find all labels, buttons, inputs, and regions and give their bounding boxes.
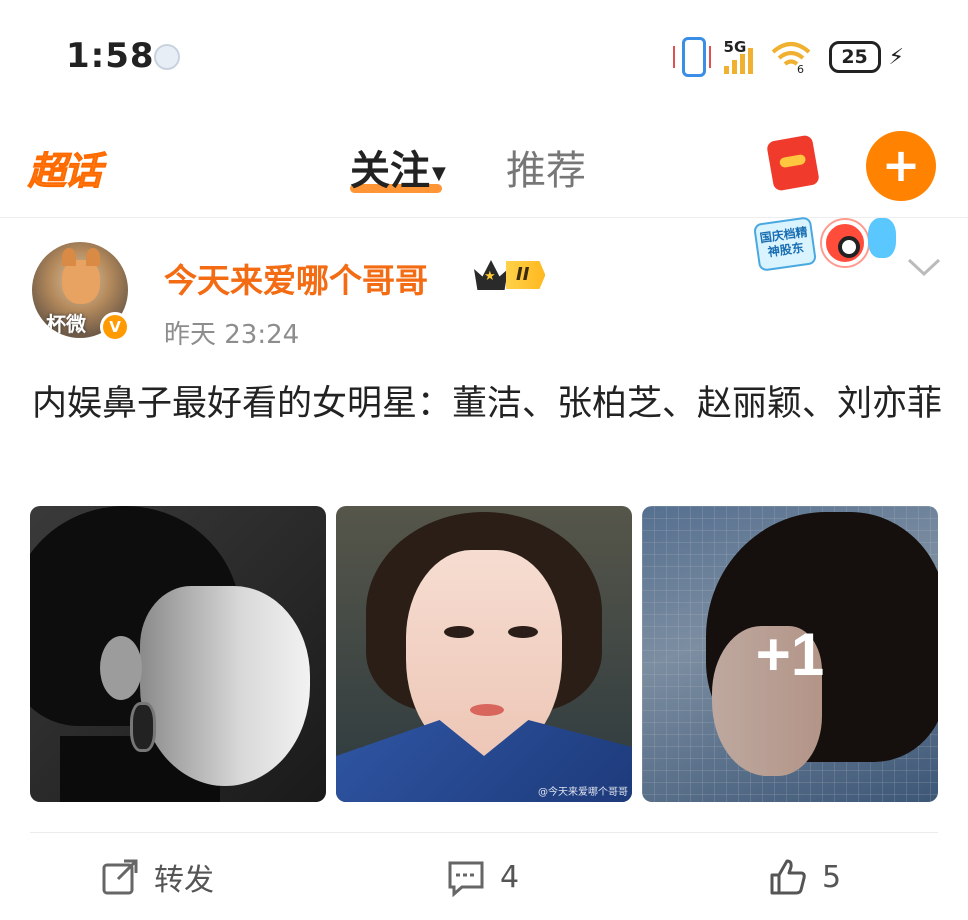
- avatar-caption: 杯微: [46, 312, 86, 336]
- post-text: 内娱鼻子最好看的女明星：董洁、张柏芝、赵丽颖、刘亦菲: [32, 384, 943, 424]
- tab-follow[interactable]: 关注 ▼: [350, 138, 446, 196]
- more-images-count: +1: [755, 620, 825, 688]
- add-button[interactable]: +: [866, 131, 936, 201]
- chevron-down-icon: ▼: [432, 162, 446, 184]
- network-type: 5G: [723, 38, 747, 56]
- battery-icon: 25: [828, 41, 881, 73]
- post-timestamp: 昨天 23:24: [164, 320, 300, 350]
- status-icons: 5G 6 25 ⚡: [672, 32, 904, 82]
- festival-badge[interactable]: 国庆档精神股东: [752, 214, 900, 280]
- username[interactable]: 今天来爱哪个哥哥: [164, 254, 428, 302]
- thumbs-up-icon: [770, 859, 806, 895]
- festival-badge-label: 国庆档精神股东: [752, 216, 818, 272]
- image-grid: @今天来爱哪个哥哥 +1: [30, 506, 938, 802]
- tab-recommend[interactable]: 推荐: [506, 138, 586, 196]
- wifi-label: 6: [797, 63, 804, 74]
- image-watermark: @今天来爱哪个哥哥: [538, 787, 628, 798]
- divider: [30, 832, 938, 833]
- mascot-decoration-icon: [868, 218, 896, 258]
- notification-icon: [154, 44, 180, 70]
- mascot-icon: [822, 220, 868, 266]
- verified-badge-icon: V: [100, 312, 130, 342]
- post-image-1[interactable]: [30, 506, 326, 802]
- red-packet-icon[interactable]: [764, 134, 822, 194]
- vip-level: II: [506, 261, 546, 289]
- avatar-dog-image: [62, 248, 100, 304]
- status-bar: 1:58 5G 6 25 ⚡: [0, 0, 968, 110]
- post-image-3[interactable]: +1: [642, 506, 938, 802]
- cellular-signal-icon: 5G: [723, 38, 753, 74]
- post-image-2[interactable]: @今天来爱哪个哥哥: [336, 506, 632, 802]
- vip-badge[interactable]: II: [474, 258, 546, 292]
- supertopic-button[interactable]: 超话: [27, 140, 102, 195]
- like-count: 5: [822, 859, 842, 895]
- charging-icon: ⚡: [888, 44, 904, 70]
- top-nav: 超话 关注 ▼ 推荐 +: [0, 118, 968, 218]
- like-button[interactable]: 5: [768, 852, 841, 902]
- repost-button[interactable]: 转发: [100, 852, 214, 902]
- chevron-down-icon[interactable]: [906, 256, 942, 278]
- vibrate-icon: [672, 37, 711, 77]
- comment-count: 4: [500, 859, 520, 895]
- repost-label: 转发: [154, 863, 214, 898]
- comment-button[interactable]: 4: [446, 852, 519, 902]
- comment-icon: [448, 861, 484, 897]
- wifi-icon: 6: [771, 40, 811, 76]
- crown-icon: [474, 260, 508, 290]
- repost-icon: [102, 859, 138, 895]
- tab-follow-label: 关注: [350, 148, 430, 194]
- status-time: 1:58: [66, 36, 155, 76]
